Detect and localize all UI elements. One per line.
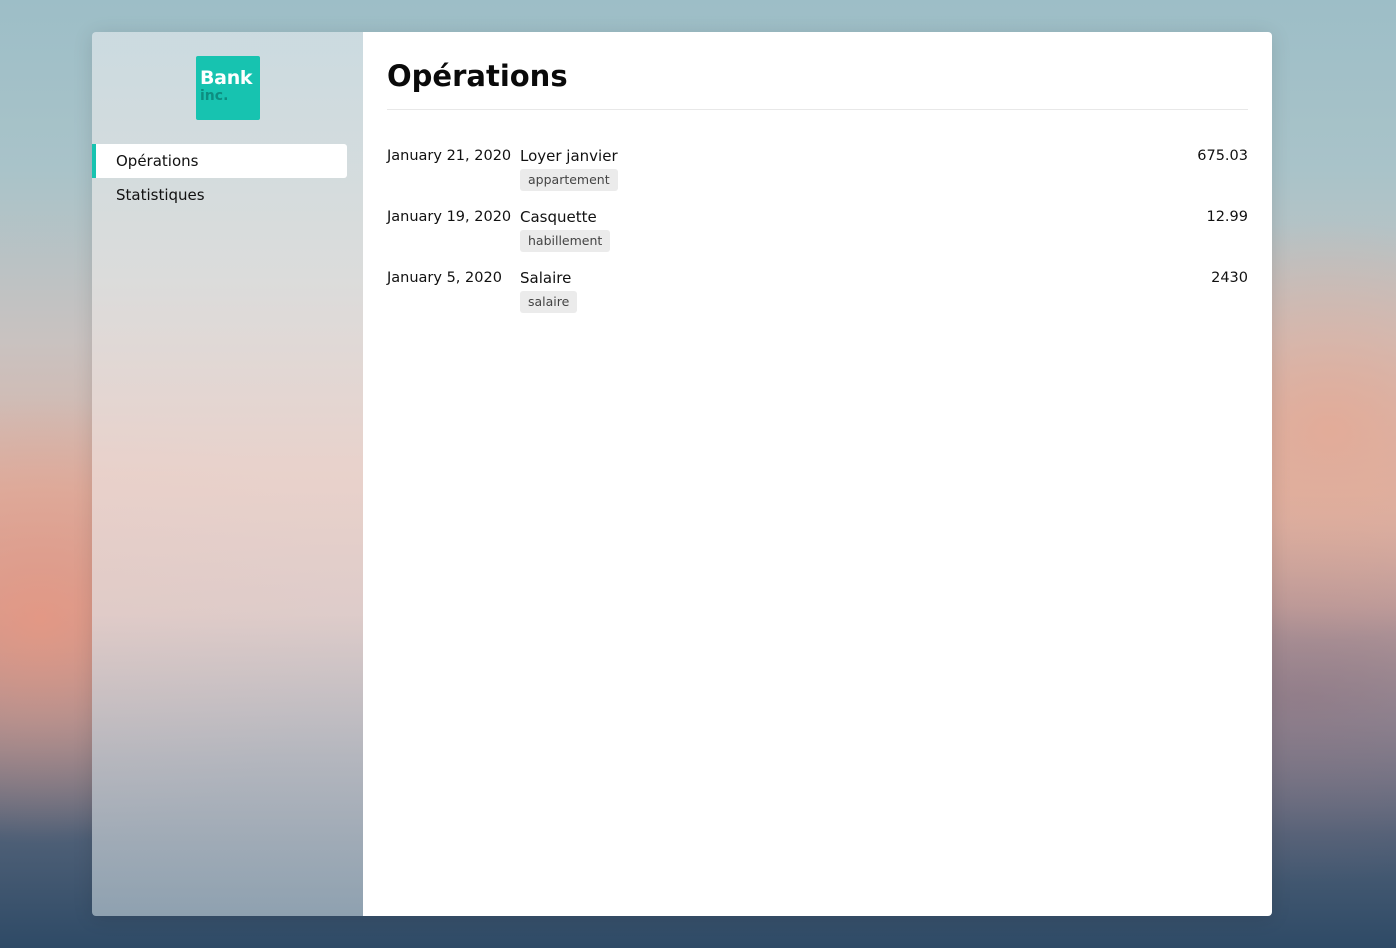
- operation-date: January 21, 2020: [387, 148, 512, 164]
- operation-amount: 675.03: [1197, 148, 1248, 164]
- operation-body: Salaire salaire: [520, 267, 1128, 313]
- sidebar-nav: Opérations Statistiques: [92, 144, 347, 212]
- operation-amount: 12.99: [1206, 209, 1248, 225]
- operation-body: Loyer janvier appartement: [520, 145, 1128, 191]
- operation-tag[interactable]: appartement: [520, 169, 618, 191]
- sidebar-item-operations[interactable]: Opérations: [92, 144, 347, 178]
- operation-amount: 2430: [1211, 270, 1248, 286]
- sidebar: Bank inc. Opérations Statistiques: [92, 32, 363, 916]
- logo-text-bank: Bank: [200, 67, 253, 89]
- bank-logo[interactable]: Bank inc.: [196, 56, 260, 120]
- operation-label: Casquette: [520, 208, 597, 226]
- operations-list: January 21, 2020 Loyer janvier apparteme…: [387, 145, 1248, 328]
- operation-date: January 19, 2020: [387, 209, 512, 225]
- operation-body: Casquette habillement: [520, 206, 1128, 252]
- operation-tag[interactable]: habillement: [520, 230, 611, 252]
- operation-label: Loyer janvier: [520, 147, 618, 165]
- operation-tag[interactable]: salaire: [520, 291, 578, 313]
- operation-row[interactable]: January 21, 2020 Loyer janvier apparteme…: [387, 145, 1248, 206]
- operation-row[interactable]: January 5, 2020 Salaire salaire 2430: [387, 267, 1248, 328]
- main-content: Opérations January 21, 2020 Loyer janvie…: [363, 32, 1272, 916]
- sidebar-item-statistiques[interactable]: Statistiques: [92, 178, 347, 212]
- page-title: Opérations: [387, 59, 568, 93]
- title-divider: [387, 109, 1248, 110]
- logo-text-inc: inc.: [200, 88, 229, 104]
- operation-row[interactable]: January 19, 2020 Casquette habillement 1…: [387, 206, 1248, 267]
- sidebar-item-label: Statistiques: [116, 186, 205, 204]
- operation-date: January 5, 2020: [387, 270, 502, 286]
- operation-label: Salaire: [520, 269, 572, 287]
- app-window: Bank inc. Opérations Statistiques Opérat…: [92, 32, 1272, 916]
- sidebar-item-label: Opérations: [116, 152, 199, 170]
